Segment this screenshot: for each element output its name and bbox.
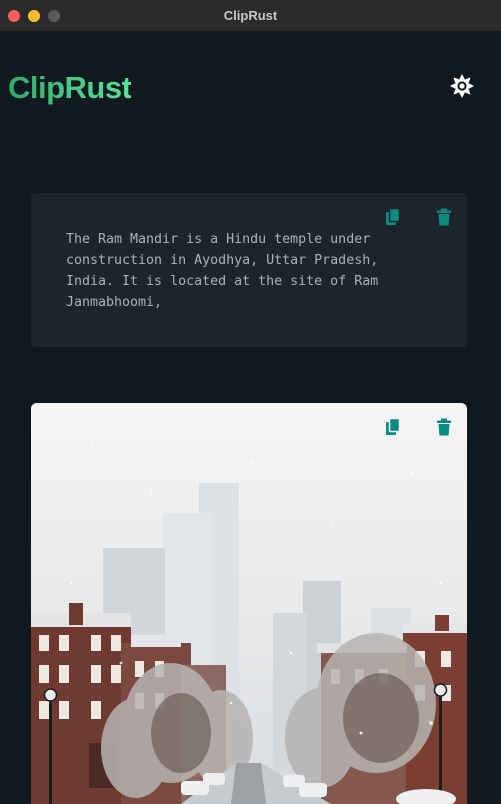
title-bar: ClipRust: [0, 0, 501, 32]
copy-button[interactable]: [383, 207, 403, 227]
delete-button[interactable]: [434, 207, 454, 227]
clip-text: The Ram Mandir is a Hindu temple under c…: [66, 232, 379, 310]
theme-toggle-button[interactable]: [449, 73, 475, 99]
trash-icon: [437, 208, 451, 226]
delete-button[interactable]: [434, 417, 454, 437]
app-window: ClipRust ClipRust The Ram Mandir is a Hi…: [0, 0, 501, 804]
copy-button[interactable]: [383, 417, 403, 437]
clip-image: [31, 403, 467, 804]
trash-icon: [437, 418, 451, 436]
sun-icon: [450, 74, 474, 98]
copy-icon: [386, 417, 401, 435]
clip-card-text[interactable]: The Ram Mandir is a Hindu temple under c…: [31, 193, 467, 347]
copy-icon: [386, 207, 401, 225]
app-logo: ClipRust: [8, 70, 132, 105]
window-title: ClipRust: [223, 8, 278, 23]
clip-card-image[interactable]: [31, 403, 467, 804]
